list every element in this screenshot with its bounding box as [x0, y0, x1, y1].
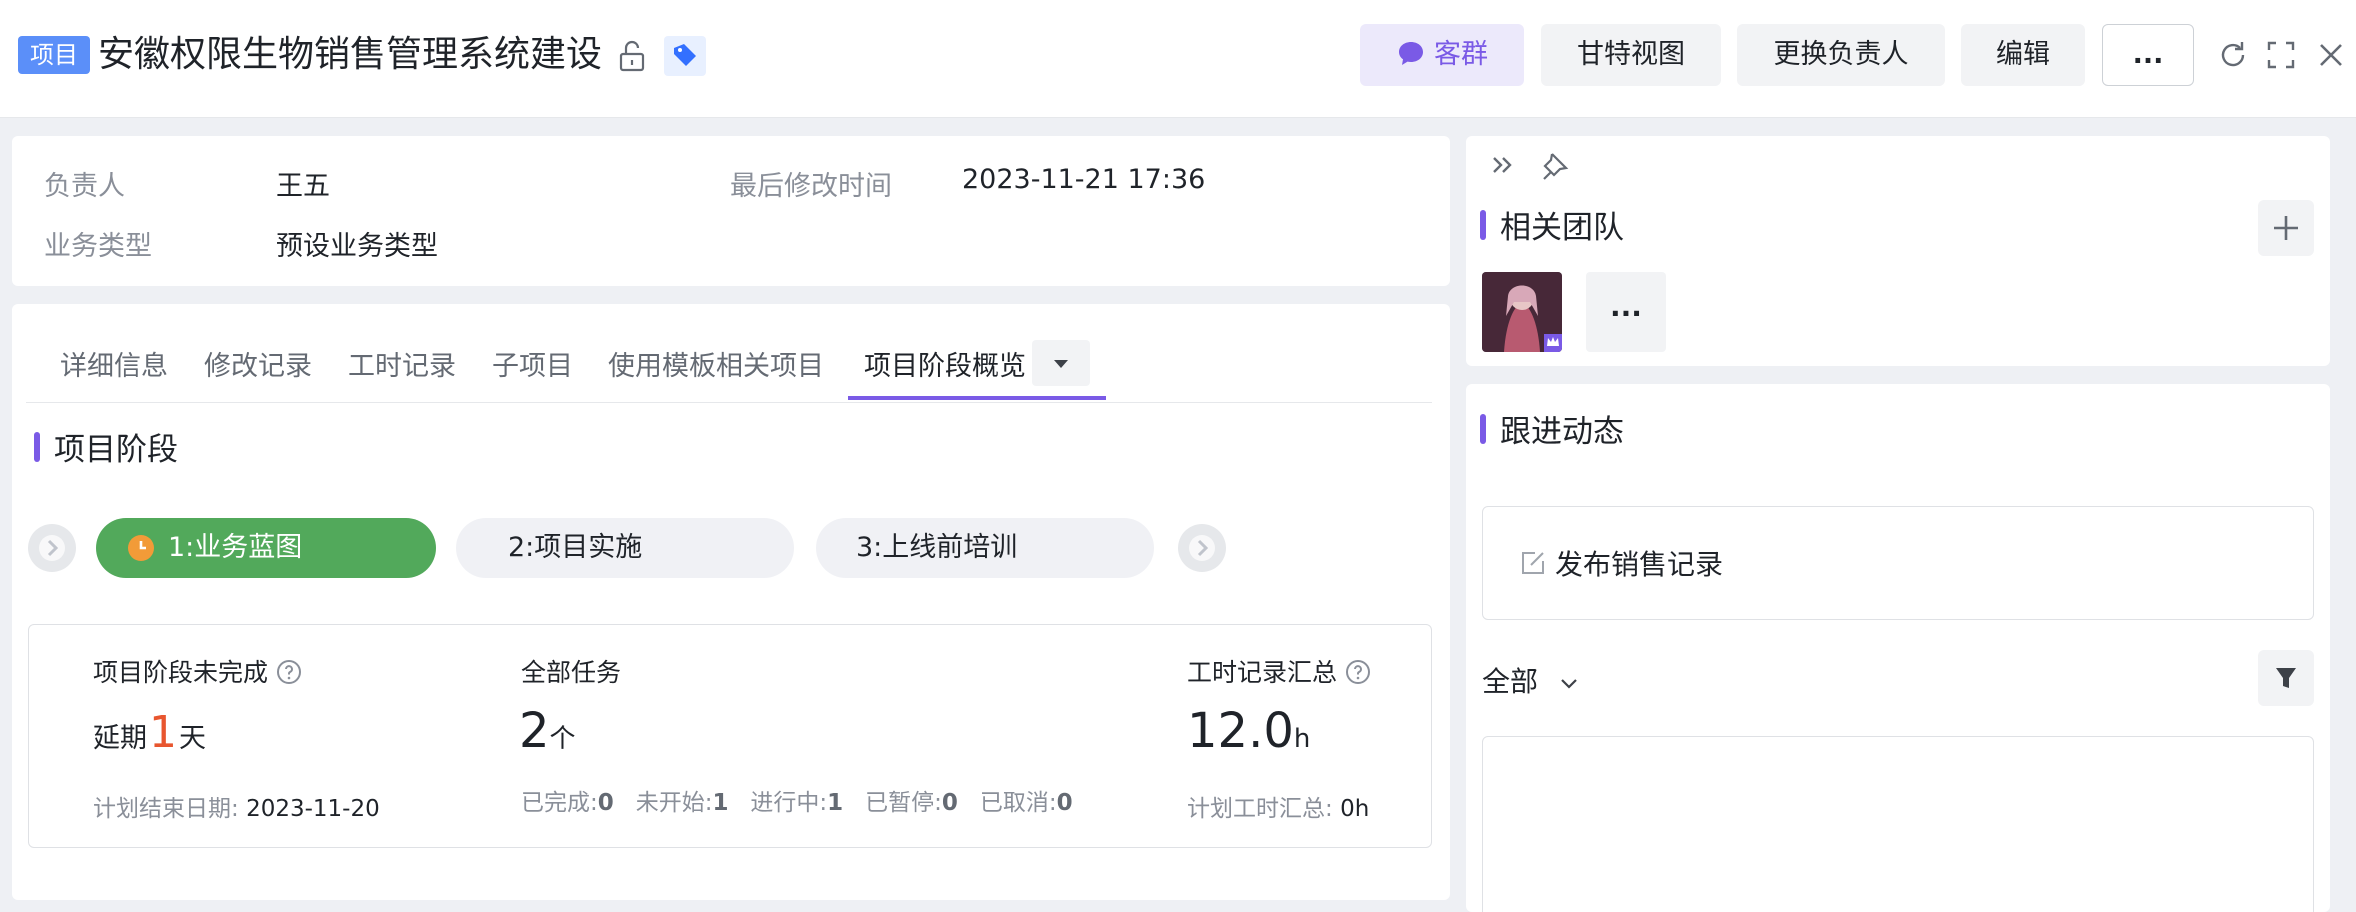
- avatar-image: [1482, 272, 1562, 352]
- chevron-right-icon: [1189, 535, 1215, 561]
- publish-sales-record-button[interactable]: 发布销售记录: [1482, 506, 2314, 620]
- related-team-card: 相关团队 ...: [1466, 136, 2330, 366]
- stage-next-button[interactable]: [1178, 524, 1226, 572]
- tab-stage-overview[interactable]: 项目阶段概览: [864, 344, 1026, 383]
- basic-info-card: 负责人 王五 最后修改时间 2023-11-21 17:36 业务类型 预设业务…: [12, 136, 1450, 286]
- fullscreen-icon[interactable]: [2264, 38, 2298, 72]
- funnel-icon: [2276, 668, 2296, 688]
- tab-details[interactable]: 详细信息: [60, 344, 168, 383]
- filter-button[interactable]: [2258, 650, 2314, 706]
- filter-dropdown[interactable]: 全部: [1482, 660, 1581, 700]
- business-type-value: 预设业务类型: [276, 231, 438, 262]
- activity-feed: [1482, 736, 2314, 912]
- header-bar: 项目 安徽权限生物销售管理系统建设 客群 甘特视图 更换负责人 编辑 ...: [0, 0, 2356, 118]
- delay-unit: 天: [179, 723, 206, 754]
- modified-time-label: 最后修改时间: [730, 171, 892, 202]
- more-members-button[interactable]: ...: [1586, 272, 1666, 352]
- plan-hours-summary: 计划工时汇总: 0h: [1187, 796, 1370, 822]
- close-icon[interactable]: [2314, 38, 2348, 72]
- stage-incomplete-label: 项目阶段未完成: [93, 653, 302, 689]
- unlock-icon[interactable]: [614, 38, 650, 74]
- collapse-panel-icon[interactable]: [1486, 148, 1520, 182]
- chevron-right-icon: [39, 535, 65, 561]
- stage-prev-button[interactable]: [28, 524, 76, 572]
- chevron-down-icon: [1561, 679, 1577, 689]
- plan-end-date: 计划结束日期: 2023-11-20: [93, 796, 380, 822]
- tab-timesheet[interactable]: 工时记录: [348, 344, 456, 383]
- tab-divider: [26, 402, 1432, 403]
- all-tasks-label: 全部任务: [521, 658, 622, 687]
- label-tag-icon[interactable]: [664, 36, 706, 76]
- change-owner-button[interactable]: 更换负责人: [1737, 24, 1945, 86]
- active-tab-indicator: [848, 396, 1106, 400]
- edit-button[interactable]: 编辑: [1961, 24, 2085, 86]
- section-marker: [1480, 210, 1486, 240]
- help-icon[interactable]: [276, 659, 302, 685]
- project-tag: 项目: [18, 36, 90, 74]
- page-title: 安徽权限生物销售管理系统建设: [98, 34, 603, 75]
- group-chat-label: 客群: [1434, 39, 1488, 70]
- follow-up-card: 跟进动态 发布销售记录 全部: [1466, 384, 2330, 912]
- owner-value: 王五: [276, 171, 330, 202]
- hours-summary-label: 工时记录汇总: [1187, 653, 1371, 689]
- refresh-icon[interactable]: [2216, 38, 2250, 72]
- business-type-label: 业务类型: [44, 231, 152, 262]
- caret-down-icon: [1054, 360, 1068, 368]
- tab-dropdown-button[interactable]: [1032, 340, 1090, 386]
- stage-section-title: 项目阶段: [54, 432, 178, 468]
- hours-summary-value: 12.0h: [1187, 703, 1311, 759]
- stage-step-2-label: 2:项目实施: [508, 532, 643, 563]
- gantt-view-button[interactable]: 甘特视图: [1541, 24, 1721, 86]
- owner-label: 负责人: [44, 171, 125, 202]
- add-member-button[interactable]: [2258, 200, 2314, 256]
- more-actions-button[interactable]: ...: [2102, 24, 2194, 86]
- clock-icon: [128, 535, 154, 561]
- section-marker: [34, 432, 40, 462]
- chat-bubble-icon: [1399, 42, 1423, 65]
- edit-note-icon: [1522, 552, 1544, 574]
- tab-subprojects[interactable]: 子项目: [492, 344, 573, 383]
- tab-change-log[interactable]: 修改记录: [204, 344, 312, 383]
- main-panel: 详细信息 修改记录 工时记录 子项目 使用模板相关项目 项目阶段概览 项目阶段 …: [12, 304, 1450, 900]
- follow-up-title: 跟进动态: [1500, 414, 1624, 450]
- member-avatar[interactable]: [1482, 272, 1562, 352]
- delay-days-value: 1: [149, 707, 177, 758]
- tab-template-projects[interactable]: 使用模板相关项目: [608, 344, 824, 383]
- delay-display: 延期1天: [93, 707, 206, 758]
- stage-summary-box: 项目阶段未完成 延期1天 计划结束日期: 2023-11-20 全部任务 2个 …: [28, 624, 1432, 848]
- stage-step-3[interactable]: 3:上线前培训: [816, 518, 1154, 578]
- publish-sales-record-label: 发布销售记录: [1555, 548, 1724, 581]
- group-chat-button[interactable]: 客群: [1360, 24, 1524, 86]
- pin-icon[interactable]: [1538, 148, 1572, 182]
- section-marker: [1480, 414, 1486, 444]
- related-team-title: 相关团队: [1500, 210, 1624, 246]
- help-icon[interactable]: [1345, 659, 1371, 685]
- plus-icon: [2274, 216, 2298, 240]
- all-tasks-count: 2个: [519, 703, 576, 759]
- stage-step-1-label: 1:业务蓝图: [168, 532, 303, 563]
- modified-time-value: 2023-11-21 17:36: [962, 164, 1206, 195]
- stage-step-2[interactable]: 2:项目实施: [456, 518, 794, 578]
- delay-prefix: 延期: [93, 723, 147, 754]
- stage-step-1[interactable]: 1:业务蓝图: [96, 518, 436, 578]
- stage-step-3-label: 3:上线前培训: [856, 532, 1018, 563]
- task-status-stats: 已完成:0 未开始:1 进行中:1 已暂停:0 已取消:0: [521, 790, 1073, 816]
